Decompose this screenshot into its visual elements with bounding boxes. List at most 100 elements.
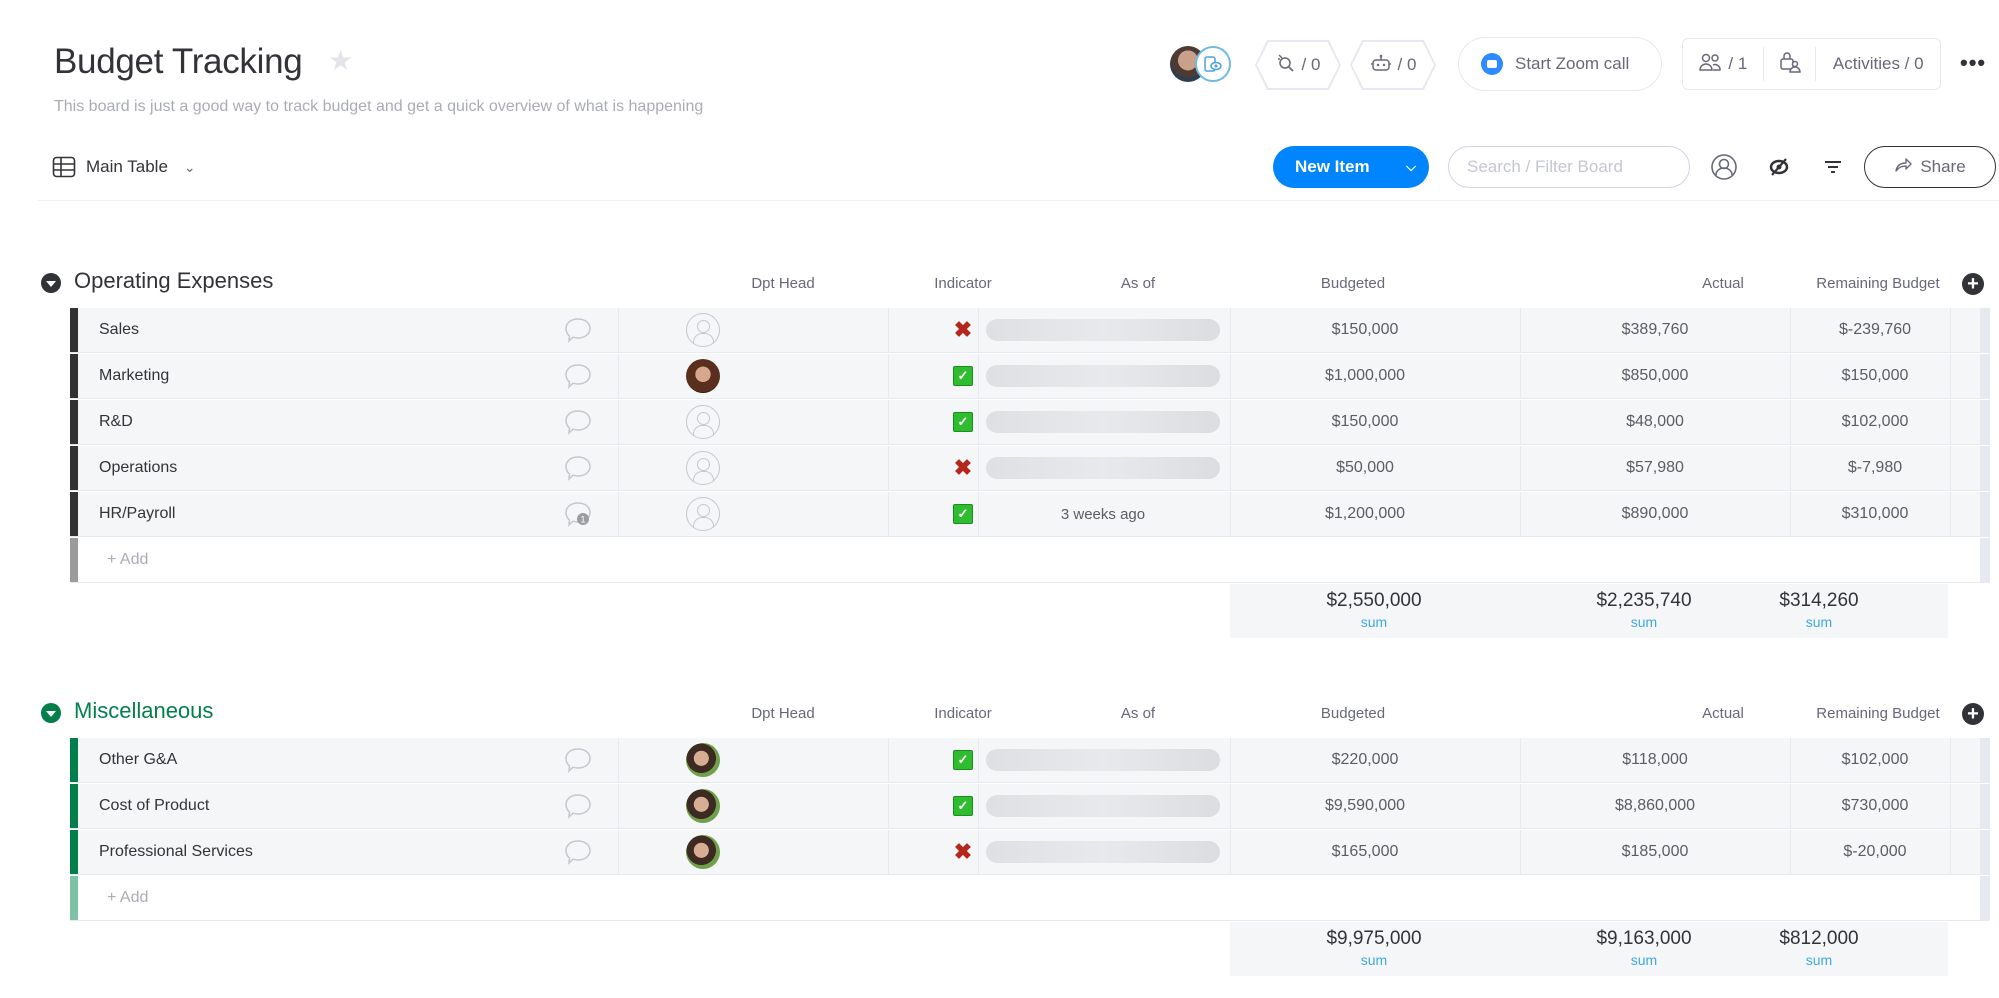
sum-remaining[interactable]: $314,260 sum <box>1719 590 1919 630</box>
column-header-dpt-head[interactable]: Dpt Head <box>698 705 868 722</box>
person-placeholder-icon[interactable] <box>686 497 720 531</box>
search-filter-input[interactable] <box>1448 146 1690 188</box>
dpt-head-cell[interactable] <box>618 308 788 352</box>
as-of-cell[interactable] <box>978 354 1228 398</box>
updates-button[interactable] <box>548 308 608 352</box>
remaining-cell[interactable]: $-7,980 <box>1790 446 1960 490</box>
add-item-row[interactable]: + Add <box>70 538 1990 583</box>
checkmark-icon[interactable]: ✓ <box>953 366 973 386</box>
item-name[interactable]: Professional Services <box>99 830 499 874</box>
actual-cell[interactable]: $185,000 <box>1520 830 1790 874</box>
automations-button[interactable]: / 0 <box>1350 40 1436 90</box>
dpt-head-cell[interactable] <box>618 492 788 536</box>
watch-icon[interactable] <box>1195 46 1231 82</box>
person-placeholder-icon[interactable] <box>686 313 720 347</box>
as-of-cell[interactable] <box>978 400 1228 444</box>
add-item-input[interactable]: + Add <box>107 876 148 920</box>
remaining-cell[interactable]: $150,000 <box>1790 354 1960 398</box>
timeline-bar[interactable] <box>986 319 1220 341</box>
start-zoom-call-button[interactable]: Start Zoom call <box>1458 37 1662 91</box>
sum-actual[interactable]: $2,235,740 sum <box>1544 590 1744 630</box>
timeline-bar[interactable] <box>986 457 1220 479</box>
add-item-row[interactable]: + Add <box>70 876 1990 921</box>
remaining-cell[interactable]: $730,000 <box>1790 784 1960 828</box>
actual-cell[interactable]: $118,000 <box>1520 738 1790 782</box>
column-header-budgeted[interactable]: Budgeted <box>1258 275 1448 292</box>
updates-button[interactable] <box>548 400 608 444</box>
item-name[interactable]: R&D <box>99 400 499 444</box>
table-row[interactable]: Operations ✖ $50,000 $57,980 $-7,980 <box>70 446 1990 491</box>
new-item-button[interactable]: New Item ⌵ <box>1273 146 1429 188</box>
remaining-cell[interactable]: $102,000 <box>1790 400 1960 444</box>
person-avatar[interactable] <box>686 835 720 869</box>
item-name[interactable]: Marketing <box>99 354 499 398</box>
column-header-as-of[interactable]: As of <box>978 705 1298 722</box>
sort-filter-icon[interactable] <box>1818 152 1848 182</box>
updates-button[interactable] <box>548 830 608 874</box>
checkmark-icon[interactable]: ✓ <box>953 796 973 816</box>
activities-button[interactable]: Activities / 0 <box>1816 39 1940 89</box>
person-avatar[interactable] <box>686 359 720 393</box>
group-title[interactable]: Miscellaneous <box>74 698 213 724</box>
updates-button[interactable] <box>548 354 608 398</box>
budgeted-cell[interactable]: $1,200,000 <box>1230 492 1500 536</box>
timeline-bar[interactable] <box>986 365 1220 387</box>
checkmark-icon[interactable]: ✓ <box>953 412 973 432</box>
column-header-budgeted[interactable]: Budgeted <box>1258 705 1448 722</box>
item-name[interactable]: HR/Payroll <box>99 492 499 536</box>
dpt-head-cell[interactable] <box>618 784 788 828</box>
timeline-bar[interactable] <box>986 795 1220 817</box>
item-name[interactable]: Other G&A <box>99 738 499 782</box>
actual-cell[interactable]: $48,000 <box>1520 400 1790 444</box>
table-row[interactable]: HR/Payroll 1 ✓ 3 weeks ago $1,200,000 $8… <box>70 492 1990 537</box>
board-title[interactable]: Budget Tracking <box>54 42 303 82</box>
actual-cell[interactable]: $850,000 <box>1520 354 1790 398</box>
as-of-cell[interactable] <box>978 738 1228 782</box>
column-header-dpt-head[interactable]: Dpt Head <box>698 275 868 292</box>
members-button[interactable]: / 1 <box>1683 39 1763 89</box>
budgeted-cell[interactable]: $1,000,000 <box>1230 354 1500 398</box>
budgeted-cell[interactable]: $150,000 <box>1230 400 1500 444</box>
table-row[interactable]: Marketing ✓ $1,000,000 $850,000 $150,000 <box>70 354 1990 399</box>
actual-cell[interactable]: $57,980 <box>1520 446 1790 490</box>
as-of-cell[interactable]: 3 weeks ago <box>978 492 1228 536</box>
as-of-cell[interactable] <box>978 446 1228 490</box>
column-header-remaining-budget[interactable]: Remaining Budget <box>1778 705 1978 722</box>
actual-cell[interactable]: $890,000 <box>1520 492 1790 536</box>
actual-cell[interactable]: $389,760 <box>1520 308 1790 352</box>
updates-button[interactable]: 1 <box>548 492 608 536</box>
as-of-cell[interactable] <box>978 830 1228 874</box>
budgeted-cell[interactable]: $220,000 <box>1230 738 1500 782</box>
hide-columns-icon[interactable] <box>1764 152 1794 182</box>
person-avatar[interactable] <box>686 789 720 823</box>
add-column-button[interactable]: + <box>1962 703 1984 725</box>
table-row[interactable]: Professional Services ✖ $165,000 $185,00… <box>70 830 1990 875</box>
actual-cell[interactable]: $8,860,000 <box>1520 784 1790 828</box>
person-avatar[interactable] <box>686 743 720 777</box>
timeline-bar[interactable] <box>986 411 1220 433</box>
dpt-head-cell[interactable] <box>618 400 788 444</box>
collapse-group-toggle[interactable] <box>41 273 61 293</box>
more-options-button[interactable]: ••• <box>1960 50 1986 76</box>
dpt-head-cell[interactable] <box>618 830 788 874</box>
remaining-cell[interactable]: $310,000 <box>1790 492 1960 536</box>
budgeted-cell[interactable]: $50,000 <box>1230 446 1500 490</box>
table-row[interactable]: Sales ✖ $150,000 $389,760 $-239,760 <box>70 308 1990 353</box>
column-header-remaining-budget[interactable]: Remaining Budget <box>1778 275 1978 292</box>
dpt-head-cell[interactable] <box>618 738 788 782</box>
updates-button[interactable] <box>548 446 608 490</box>
board-permissions-button[interactable] <box>1764 39 1816 89</box>
x-mark-icon[interactable]: ✖ <box>954 457 972 479</box>
budgeted-cell[interactable]: $165,000 <box>1230 830 1500 874</box>
updates-button[interactable] <box>548 738 608 782</box>
person-placeholder-icon[interactable] <box>686 405 720 439</box>
sum-budgeted[interactable]: $9,975,000 sum <box>1274 928 1474 968</box>
timeline-bar[interactable] <box>986 749 1220 771</box>
integrations-button[interactable]: / 0 <box>1255 40 1341 90</box>
add-column-button[interactable]: + <box>1962 273 1984 295</box>
x-mark-icon[interactable]: ✖ <box>954 841 972 863</box>
checkmark-icon[interactable]: ✓ <box>953 504 973 524</box>
table-row[interactable]: Cost of Product ✓ $9,590,000 $8,860,000 … <box>70 784 1990 829</box>
remaining-cell[interactable]: $-239,760 <box>1790 308 1960 352</box>
as-of-cell[interactable] <box>978 308 1228 352</box>
